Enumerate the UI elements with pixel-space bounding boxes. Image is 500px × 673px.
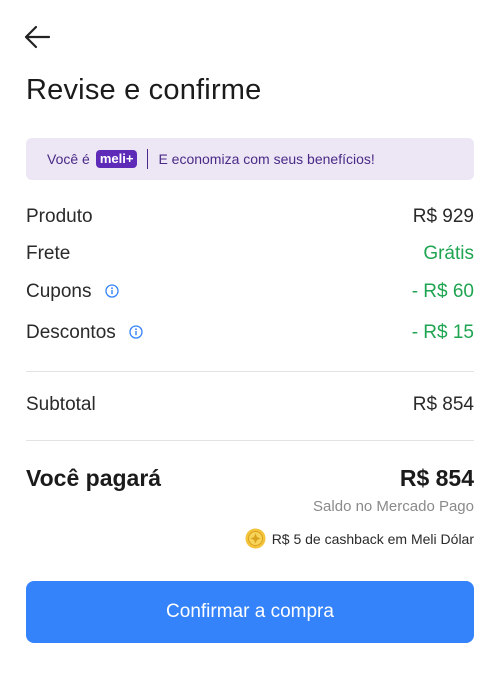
row-label: Produto bbox=[26, 206, 93, 227]
info-icon[interactable] bbox=[105, 284, 119, 298]
back-arrow-icon[interactable] bbox=[20, 22, 54, 52]
summary-row-produto: Produto R$ 929 bbox=[26, 206, 474, 228]
banner-divider bbox=[147, 149, 149, 169]
row-value: - R$ 15 bbox=[411, 322, 474, 343]
subtotal-value: R$ 854 bbox=[412, 394, 474, 415]
summary-row-subtotal: Subtotal R$ 854 bbox=[26, 394, 474, 416]
row-value: R$ 929 bbox=[412, 206, 474, 227]
meli-plus-banner: Você é meli+ E economiza com seus benefí… bbox=[26, 138, 474, 180]
divider bbox=[26, 440, 474, 441]
summary-row-cupons: Cupons - R$ 60 bbox=[26, 281, 474, 303]
row-label: Descontos bbox=[26, 322, 116, 343]
subtotal-label: Subtotal bbox=[26, 394, 96, 415]
cashback-info: R$ 5 de cashback em Meli Dólar bbox=[245, 528, 474, 549]
payment-method: Saldo no Mercado Pago bbox=[313, 498, 474, 515]
banner-text: E economiza com seus benefícios! bbox=[158, 151, 375, 167]
summary-row-descontos: Descontos - R$ 15 bbox=[26, 322, 474, 344]
meli-plus-badge: meli+ bbox=[95, 150, 138, 168]
info-icon[interactable] bbox=[129, 325, 143, 339]
divider bbox=[26, 371, 474, 372]
summary-row-frete: Frete Grátis bbox=[26, 243, 474, 265]
total-label: Você pagará bbox=[26, 465, 162, 491]
row-value: Grátis bbox=[423, 243, 474, 264]
confirm-purchase-button[interactable]: Confirmar a compra bbox=[26, 581, 474, 643]
cashback-text: R$ 5 de cashback em Meli Dólar bbox=[271, 530, 474, 547]
total-value: R$ 854 bbox=[399, 465, 474, 491]
row-label: Cupons bbox=[26, 281, 92, 302]
coin-icon bbox=[245, 528, 266, 549]
page-title: Revise e confirme bbox=[26, 74, 262, 106]
row-label: Frete bbox=[26, 243, 71, 264]
banner-prefix: Você é bbox=[47, 151, 90, 167]
row-value: - R$ 60 bbox=[411, 281, 474, 302]
